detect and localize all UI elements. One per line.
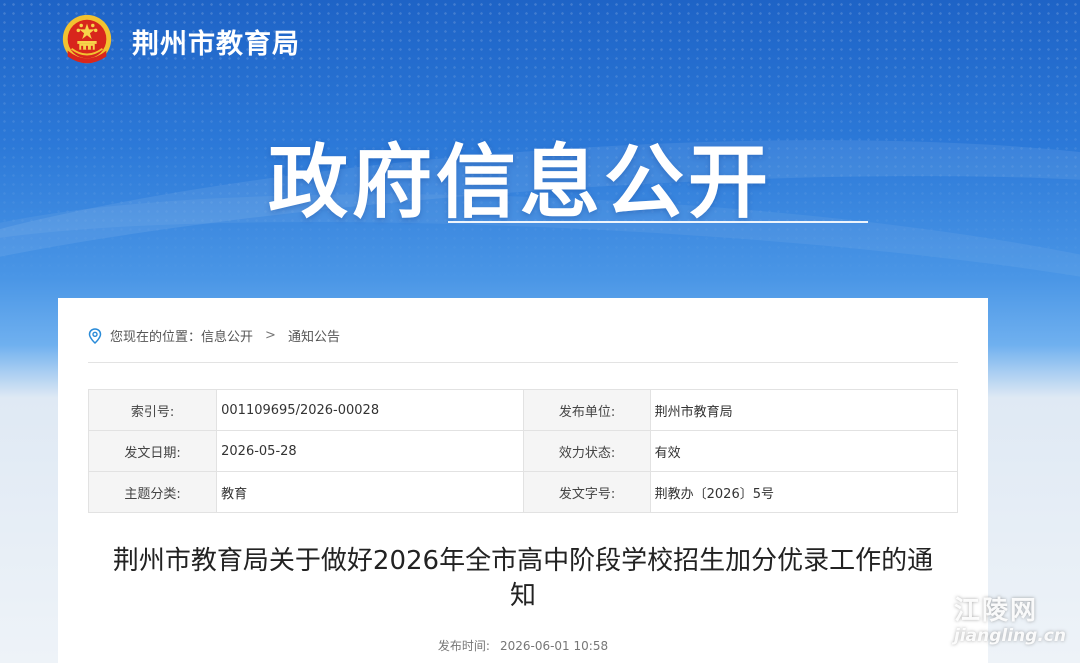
breadcrumb-divider: [88, 362, 958, 363]
hero-underline: [448, 221, 868, 223]
meta-value-text: 001109695/2026-00028: [221, 402, 380, 418]
document-title: 荆州市教育局关于做好2026年全市高中阶段学校招生加分优录工作的通 知: [88, 544, 958, 614]
watermark-cn: 江陵网: [954, 596, 1039, 626]
meta-value-text: 有效: [654, 445, 681, 461]
table-row: 发文日期: 2026-05-28 效力状态: 有效: [87, 430, 959, 472]
meta-value-text: 2026-05-28: [221, 443, 297, 459]
content-card: 您现在的位置： 信息公开 > 通知公告 索引号: 001109695/2026-…: [58, 298, 988, 663]
publish-time-value: 2026-06-01 10:58: [499, 639, 609, 653]
site-name: 荆州市教育局: [132, 28, 300, 60]
meta-value-index: 001109695/2026-00028: [216, 389, 525, 431]
breadcrumb-separator: >: [265, 328, 276, 343]
table-row: 主题分类: 教育 发文字号: 荆教办〔2026〕5号: [87, 471, 959, 513]
breadcrumb-link-notices[interactable]: 通知公告: [288, 326, 340, 345]
meta-label-index: 索引号:: [87, 389, 218, 431]
meta-value-issue-date: 2026-05-28: [216, 430, 525, 472]
meta-value-doc-number: 荆教办〔2026〕5号: [649, 471, 959, 513]
site-logo[interactable]: 荆州市教育局: [58, 12, 300, 70]
watermark: 江陵网 jiangling.cn: [880, 586, 1080, 656]
publish-time-label: 发布时间:: [437, 639, 490, 653]
national-emblem-icon: [62, 14, 112, 64]
document-title-line: 荆州市教育局关于做好2026年全市高中阶段学校招生加分优录工作的通: [112, 546, 934, 576]
meta-value-text: 荆教办〔2026〕5号: [654, 486, 774, 502]
watermark-en: jiangling.cn: [954, 626, 1066, 646]
meta-value-topic: 教育: [216, 471, 525, 513]
publish-time: 发布时间: 2026-06-01 10:58: [58, 637, 988, 654]
hero-title: 政府信息公开: [268, 136, 772, 229]
breadcrumb: 您现在的位置： 信息公开 > 通知公告: [88, 326, 340, 345]
document-metadata-table: 索引号: 001109695/2026-00028 发布单位: 荆州市教育局 发…: [87, 389, 959, 513]
meta-label-issue-date: 发文日期:: [87, 430, 218, 472]
breadcrumb-prefix: 您现在的位置：: [110, 330, 202, 345]
meta-label-doc-number: 发文字号:: [523, 471, 651, 513]
jiangling-logo-icon: [883, 596, 941, 650]
meta-label-issuer: 发布单位:: [523, 389, 651, 431]
table-row: 索引号: 001109695/2026-00028 发布单位: 荆州市教育局: [87, 389, 959, 431]
location-pin-icon: [88, 327, 102, 344]
meta-value-issuer: 荆州市教育局: [649, 389, 959, 431]
meta-label-topic: 主题分类:: [87, 471, 218, 513]
watermark-text: 江陵网 jiangling.cn: [954, 596, 1066, 646]
breadcrumb-link-info-disclosure[interactable]: 信息公开: [201, 326, 253, 345]
meta-value-text: 教育: [221, 486, 248, 502]
meta-value-validity: 有效: [649, 430, 959, 472]
document-title-line: 知: [509, 581, 536, 611]
meta-label-validity: 效力状态:: [523, 430, 651, 472]
meta-value-text: 荆州市教育局: [654, 404, 733, 420]
